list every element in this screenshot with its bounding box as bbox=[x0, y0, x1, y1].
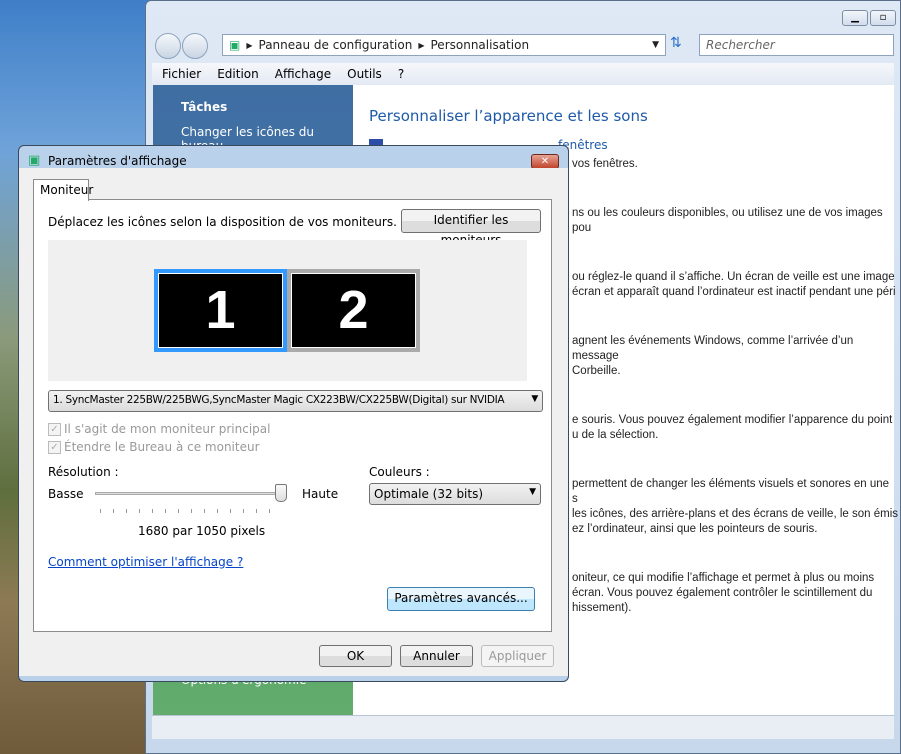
low-label: Basse bbox=[48, 487, 84, 501]
chevron-right-icon: ▶ bbox=[418, 40, 425, 50]
resolution-label: Résolution : bbox=[48, 465, 119, 479]
menu-affichage[interactable]: Affichage bbox=[275, 67, 331, 81]
dialog-title: Paramètres d'affichage bbox=[48, 154, 187, 168]
close-button[interactable]: ✕ bbox=[531, 154, 559, 169]
ok-button[interactable]: OK bbox=[319, 645, 392, 667]
tab-moniteur[interactable]: Moniteur bbox=[33, 179, 93, 201]
identify-monitors-button[interactable]: Identifier les moniteurs bbox=[401, 209, 541, 247]
primary-checkbox[interactable]: ✓ Il s'agit de mon moniteur principal bbox=[48, 422, 270, 436]
description-paragraph: oniteur, ce qui modifie l’affichage et p… bbox=[572, 571, 898, 616]
checkbox-checked-icon: ✓ bbox=[48, 423, 61, 436]
monitor-1[interactable]: 1 bbox=[154, 269, 287, 352]
refresh-icon[interactable]: ⇅ bbox=[670, 35, 682, 51]
description-paragraph: e souris. Vous pouvez également modifier… bbox=[572, 413, 898, 443]
description-paragraph: agnent les événements Windows, comme l’a… bbox=[572, 334, 898, 379]
monitor-panel: Déplacez les icônes selon la disposition… bbox=[33, 199, 552, 632]
dropdown-arrow-icon: ▼ bbox=[529, 487, 536, 497]
extend-checkbox[interactable]: ✓ Étendre le Bureau à ce moniteur bbox=[48, 440, 260, 454]
description-fragment: ns ou les couleurs disponibles, ou utili… bbox=[572, 207, 883, 234]
menu-bar: Fichier Edition Affichage Outils ? bbox=[152, 63, 894, 85]
description-paragraph: ou réglez-le quand il s’affiche. Un écra… bbox=[572, 270, 898, 300]
minimize-button[interactable]: ▁ bbox=[842, 10, 868, 26]
advanced-settings-button[interactable]: Paramètres avancés... bbox=[387, 587, 535, 611]
address-bar[interactable]: ▣ ▶ Panneau de configuration ▶ Personnal… bbox=[222, 34, 666, 56]
back-button[interactable] bbox=[155, 33, 181, 59]
forward-button[interactable] bbox=[182, 33, 208, 59]
help-link[interactable]: Comment optimiser l'affichage ? bbox=[48, 555, 243, 569]
primary-checkbox-label: Il s'agit de mon moniteur principal bbox=[64, 422, 271, 436]
monitor-select[interactable]: 1. SyncMaster 225BW/225BWG,SyncMaster Ma… bbox=[48, 390, 543, 412]
description-paragraph: vos fenêtres. bbox=[572, 157, 898, 172]
display-icon: ▣ bbox=[28, 153, 41, 168]
menu-fichier[interactable]: Fichier bbox=[162, 67, 201, 81]
apply-button[interactable]: Appliquer bbox=[481, 645, 554, 667]
maximize-button[interactable]: ▫ bbox=[870, 10, 896, 26]
dropdown-arrow-icon: ▼ bbox=[531, 394, 538, 404]
extend-checkbox-label: Étendre le Bureau à ce moniteur bbox=[64, 440, 260, 454]
main-descriptions: vos fenêtres. ns ou les couleurs disponib… bbox=[572, 157, 898, 650]
resolution-slider-thumb[interactable] bbox=[275, 484, 287, 502]
menu-outils[interactable]: Outils bbox=[347, 67, 382, 81]
description-fragment: u de la sélection. bbox=[572, 429, 659, 441]
description-paragraph: ns ou les couleurs disponibles, ou utili… bbox=[572, 206, 898, 236]
description-paragraph: permettent de changer les éléments visue… bbox=[572, 477, 898, 537]
slider-ticks bbox=[100, 509, 280, 513]
search-input[interactable]: Rechercher bbox=[699, 34, 894, 56]
description-fragment: ou réglez-le quand il s’affiche. Un écra… bbox=[572, 271, 895, 283]
description-fragment: permettent de changer les éléments visue… bbox=[572, 478, 890, 505]
breadcrumb-item[interactable]: Panneau de configuration bbox=[259, 38, 413, 52]
instruction-text: Déplacez les icônes selon la disposition… bbox=[48, 215, 397, 229]
description-fragment: e souris. Vous pouvez également modifier… bbox=[572, 414, 893, 426]
description-fragment: hissement). bbox=[572, 602, 632, 614]
resolution-value: 1680 par 1050 pixels bbox=[138, 524, 266, 538]
breadcrumb-item[interactable]: Personnalisation bbox=[431, 38, 530, 52]
monitor-select-value: 1. SyncMaster 225BW/225BWG,SyncMaster Ma… bbox=[53, 394, 505, 406]
page-title: Personnaliser l’apparence et les sons bbox=[369, 107, 648, 125]
colors-select-value: Optimale (32 bits) bbox=[374, 487, 484, 501]
dropdown-arrow-icon[interactable]: ▼ bbox=[652, 40, 659, 50]
control-panel-icon: ▣ bbox=[229, 38, 241, 52]
description-fragment: écran. Vous pouvez également contrôler l… bbox=[572, 587, 873, 599]
colors-select[interactable]: Optimale (32 bits) ▼ bbox=[369, 483, 541, 505]
resolution-slider-track[interactable] bbox=[95, 492, 281, 495]
description-fragment: agnent les événements Windows, comme l’a… bbox=[572, 335, 854, 362]
description-fragment: Corbeille. bbox=[572, 365, 621, 377]
status-bar bbox=[152, 715, 894, 739]
high-label: Haute bbox=[302, 487, 339, 501]
cancel-button[interactable]: Annuler bbox=[400, 645, 473, 667]
monitor-layout-area: 1 2 bbox=[48, 240, 527, 381]
display-settings-dialog: ▣ Paramètres d'affichage ✕ Moniteur Dépl… bbox=[18, 145, 569, 682]
colors-label: Couleurs : bbox=[369, 465, 430, 479]
description-fragment: vos fenêtres. bbox=[572, 158, 638, 170]
description-fragment: oniteur, ce qui modifie l’affichage et p… bbox=[572, 572, 875, 584]
chevron-right-icon: ▶ bbox=[246, 40, 253, 50]
description-fragment: les icônes, des arrière-plans et des écr… bbox=[572, 508, 898, 520]
sidebar-heading: Tâches bbox=[181, 100, 228, 114]
description-fragment: ez l’ordinateur, ainsi que les pointeurs… bbox=[572, 523, 818, 535]
menu-help[interactable]: ? bbox=[398, 67, 404, 81]
monitor-2[interactable]: 2 bbox=[287, 269, 420, 352]
menu-edition[interactable]: Edition bbox=[217, 67, 259, 81]
description-fragment: écran et apparaît quand l’ordinateur est… bbox=[572, 286, 896, 298]
checkbox-checked-icon: ✓ bbox=[48, 441, 61, 454]
